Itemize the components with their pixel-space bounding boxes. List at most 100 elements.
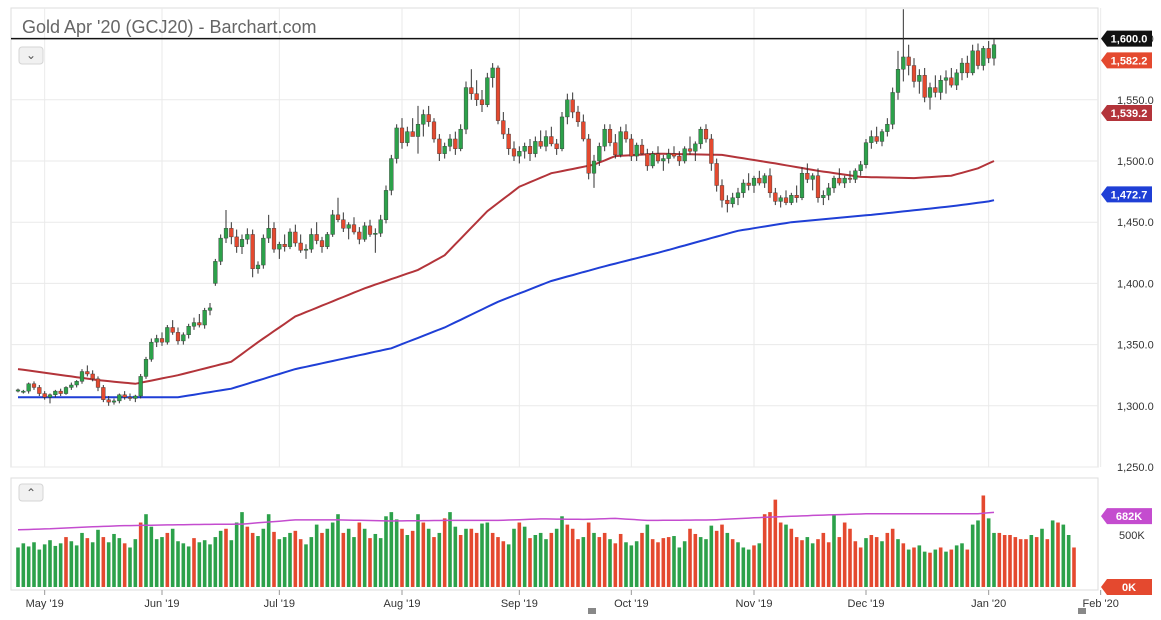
- candle-body: [517, 151, 522, 157]
- volume-bar: [405, 535, 410, 587]
- candle-body: [762, 175, 767, 184]
- volume-bar: [992, 532, 996, 587]
- candle-body: [95, 378, 101, 388]
- volume-bar: [106, 542, 111, 587]
- volume-bar: [501, 541, 506, 587]
- volume-bar: [112, 533, 116, 587]
- candle-body: [757, 177, 762, 184]
- date-tick-label: Oct '19: [614, 598, 649, 610]
- volume-bar: [885, 532, 890, 587]
- volume-bar: [890, 528, 895, 587]
- volume-bar: [21, 543, 26, 587]
- volume-bar: [688, 528, 692, 587]
- candle-body: [639, 144, 645, 154]
- candle-body: [890, 92, 895, 125]
- candle-body: [831, 177, 837, 189]
- volume-bar: [1034, 537, 1039, 587]
- volume-bar: [341, 532, 346, 587]
- volume-bar: [736, 542, 740, 587]
- volume-value-tag: 0K: [1122, 582, 1136, 594]
- candle-body: [117, 394, 122, 402]
- candle-body: [927, 87, 933, 98]
- volume-bar: [496, 537, 500, 587]
- candle-body: [858, 164, 863, 171]
- candle-body: [570, 99, 575, 113]
- candle-body: [314, 234, 319, 241]
- candle-body: [869, 136, 874, 143]
- candle-body: [527, 146, 533, 154]
- candle-body: [293, 231, 298, 244]
- volume-bar: [448, 512, 452, 587]
- candle-body: [335, 214, 341, 220]
- volume-bar: [133, 539, 138, 587]
- volume-bar: [997, 532, 1002, 587]
- volume-bar: [1040, 528, 1044, 587]
- candle-body: [165, 327, 170, 343]
- candle-body: [122, 394, 127, 398]
- volume-bar: [357, 522, 362, 587]
- candle-body: [778, 197, 783, 202]
- price-value-tag: 1,472.7: [1111, 189, 1148, 201]
- candle-body: [485, 77, 490, 105]
- volume-bar: [480, 523, 484, 587]
- date-tick-label: Nov '19: [736, 598, 773, 610]
- candle-body: [479, 99, 485, 105]
- candle-body: [213, 261, 218, 284]
- volume-bar: [16, 547, 20, 587]
- volume-bar: [602, 532, 607, 587]
- volume-bar: [645, 524, 650, 587]
- candle-body: [618, 131, 623, 156]
- volume-bar: [928, 552, 932, 587]
- volume-bar: [202, 540, 207, 587]
- candle-body: [943, 77, 949, 81]
- volume-bar: [117, 538, 122, 587]
- volume-bar: [864, 538, 868, 587]
- candle-body: [693, 143, 698, 152]
- volume-bar: [416, 514, 420, 587]
- volume-bar: [224, 528, 228, 587]
- volume-bar: [368, 538, 372, 587]
- candle-body: [799, 173, 805, 198]
- candle-body: [906, 56, 911, 66]
- volume-bar: [213, 537, 218, 587]
- volume-bar: [848, 528, 852, 587]
- candle-body: [101, 387, 106, 400]
- volume-bar: [581, 537, 586, 587]
- date-tick-label: Jun '19: [144, 598, 179, 610]
- volume-bar: [933, 549, 938, 587]
- candle-body: [773, 192, 778, 202]
- candle-body: [143, 359, 149, 377]
- candle-body: [26, 383, 31, 392]
- volume-bar: [229, 540, 234, 587]
- volume-bar: [624, 542, 628, 587]
- candle-body: [175, 332, 181, 342]
- volume-bar: [666, 537, 671, 587]
- volume-bar: [720, 524, 724, 587]
- volume-bar: [682, 541, 687, 587]
- volume-bar: [1045, 539, 1050, 587]
- candle-body: [229, 228, 234, 238]
- volume-bar: [96, 529, 100, 587]
- candle-body: [698, 128, 703, 145]
- volume-bar: [245, 526, 250, 587]
- volume-bar: [149, 526, 154, 587]
- candle-body: [842, 177, 847, 184]
- volume-bar: [176, 541, 180, 587]
- volume-bar: [576, 539, 580, 587]
- scroll-handle-center[interactable]: [588, 608, 596, 614]
- scroll-handle-right[interactable]: [1078, 608, 1086, 614]
- volume-bar: [490, 532, 495, 587]
- chevron-up-icon: ⌃: [26, 486, 36, 500]
- candle-body: [730, 197, 735, 205]
- candle-body: [362, 225, 367, 240]
- date-tick-label: Jan '20: [971, 598, 1006, 610]
- candle-body: [746, 182, 751, 186]
- candle-body: [597, 146, 602, 162]
- volume-bar: [954, 545, 959, 587]
- candle-body: [245, 234, 250, 240]
- volume-bar: [421, 522, 426, 587]
- volume-bar: [250, 532, 255, 587]
- volume-bar: [800, 540, 804, 587]
- price-chart[interactable]: 1,250.0 1,300.0 1,350.0 1,400.0 1,450.0 1,500…: [0, 0, 1161, 615]
- volume-bar: [453, 526, 458, 587]
